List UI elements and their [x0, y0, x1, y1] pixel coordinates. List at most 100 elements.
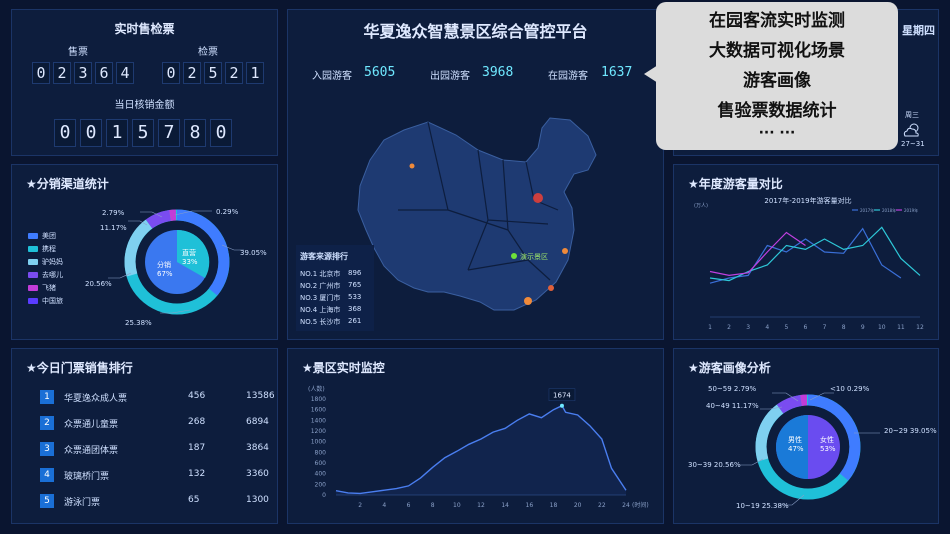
legend-label: 2017年: [860, 207, 874, 213]
x-tick-label: 4: [382, 502, 386, 509]
y-tick-label: 0: [322, 492, 326, 499]
ring-segment[interactable]: [145, 210, 172, 229]
ticket-qty: 187: [188, 443, 206, 453]
source-ranking-title: 游客来源排行: [300, 252, 348, 261]
hotspot-demo-area[interactable]: [511, 253, 517, 259]
inner-b-label: 分销: [157, 261, 171, 269]
callout-line: 游客画像: [743, 71, 811, 91]
x-tick-label: 8: [431, 502, 435, 509]
demo-area-label: 演示景区: [520, 253, 548, 261]
check-digit: 0: [162, 62, 180, 84]
hotspot-xinjiang[interactable]: [409, 163, 415, 169]
ticket-qty: 456: [188, 391, 206, 401]
hotspot-shanghai[interactable]: [562, 248, 568, 254]
ticket-qty: 65: [188, 495, 200, 505]
inner-a-label: 直营: [182, 249, 196, 257]
check-digit: 1: [246, 62, 264, 84]
age-label: 20~29 39.05%: [884, 427, 937, 435]
callout-line: 售验票数据统计: [717, 101, 837, 121]
outer-label: 2.79%: [102, 209, 125, 217]
hotspot-changsha[interactable]: [548, 285, 554, 291]
check-digit: 2: [225, 62, 243, 84]
ticket-panel: 实时售检票 售票 检票 02364 02521 当日核销金额 0015780: [11, 9, 278, 156]
series-line: [709, 226, 921, 282]
ticket-amount: 3360: [246, 469, 269, 479]
portrait-panel: ★游客画像分析 男性 47% 女性 53% 50~59 2.79% <10 0.…: [673, 348, 939, 524]
ticket-name: 众票通团体票: [64, 446, 119, 456]
ranking-row[interactable]: 1 华夏逸众成人票 456 13586: [40, 390, 280, 408]
rank-number: 3: [40, 442, 54, 456]
outer-label: 39.05%: [240, 249, 267, 257]
sale-digit: 6: [95, 62, 113, 84]
female-label: 女性: [820, 436, 834, 444]
callout-more: ··· ···: [758, 125, 796, 141]
ticket-name: 华夏逸众成人票: [64, 394, 128, 404]
check-counter: 02521: [162, 62, 267, 84]
weather-day: 周三: [905, 111, 919, 119]
x-tick-label: 8: [842, 324, 846, 331]
channel-donut-chart: [108, 209, 244, 315]
ticket-panel-title: 实时售检票: [114, 22, 175, 36]
y-tick-label: 400: [315, 471, 327, 478]
x-tick-label: 20: [574, 502, 582, 509]
amount-digit: 0: [80, 119, 102, 147]
callout-pointer: [644, 65, 658, 83]
source-city: NO.3 厦门市: [300, 294, 341, 302]
amount-digit: 0: [210, 119, 232, 147]
x-tick-label: 9: [861, 324, 865, 331]
y-tick-label: 200: [315, 481, 327, 488]
female-pct: 53%: [820, 445, 836, 453]
x-tick-label: 2: [727, 324, 731, 331]
series-line: [709, 231, 806, 277]
x-tick-label: 5: [784, 324, 788, 331]
ranking-row[interactable]: 4 玻璃桥门票 132 3360: [40, 468, 280, 486]
y-tick-label: 600: [315, 460, 327, 467]
male-label: 男性: [788, 436, 802, 444]
sale-label: 售票: [68, 47, 88, 58]
portrait-donut-chart: [740, 392, 880, 506]
source-count: 368: [348, 305, 362, 313]
ticket-amount: 1300: [246, 495, 269, 505]
ticket-name: 玻璃桥门票: [64, 472, 110, 482]
y-axis-label: (万人): [694, 203, 708, 209]
x-tick-label: 6: [407, 502, 411, 509]
x-tick-label: 6: [804, 324, 808, 331]
rank-number: 4: [40, 468, 54, 482]
ring-segment[interactable]: [776, 395, 803, 414]
callout-line: 在园客流实时监测: [709, 11, 845, 31]
source-row: NO.1 北京市 896: [300, 269, 370, 279]
ranking-row[interactable]: 2 众票通儿童票 268 6894: [40, 416, 280, 434]
x-tick-label: 22: [598, 502, 606, 509]
annual-panel: ★年度游客量对比 2017年-2019年游客量对比 (万人) 1 2 3 4 5 6 7 8 9 10…: [673, 164, 939, 340]
y-tick-label: 1400: [311, 417, 326, 424]
source-city: NO.5 长沙市: [300, 318, 341, 326]
ticket-amount: 6894: [246, 417, 269, 427]
y-tick-label: 1800: [311, 396, 326, 403]
sale-digit: 3: [74, 62, 92, 84]
source-city: NO.1 北京市: [300, 270, 341, 278]
ticket-amount: 3864: [246, 443, 269, 453]
x-tick-label: 16: [526, 502, 534, 509]
china-outline: [357, 117, 597, 311]
ranking-row[interactable]: 3 众票通团体票 187 3864: [40, 442, 280, 460]
feature-callout: 在园客流实时监测 大数据可视化场景 游客画像 售验票数据统计 ··· ···: [644, 2, 898, 150]
x-tick-label: 11: [897, 324, 905, 331]
callout-line: 大数据可视化场景: [709, 41, 845, 61]
ranking-row[interactable]: 5 游泳门票 65 1300: [40, 494, 280, 512]
y-tick-label: 1600: [311, 407, 326, 414]
age-label: 10~19 25.38%: [736, 502, 789, 510]
ticket-name: 游泳门票: [64, 498, 101, 508]
channel-outer-ring: [124, 209, 230, 315]
hotspot-guangzhou[interactable]: [524, 297, 532, 305]
x-axis-label: (时间): [632, 501, 649, 509]
x-tick-label: 12: [916, 324, 924, 331]
x-tick-label: 10: [453, 502, 461, 509]
hotspot-beijing[interactable]: [533, 193, 543, 203]
x-tick-label: 2: [358, 502, 362, 509]
amount-counter: 0015780: [54, 119, 236, 147]
ring-segment[interactable]: [800, 394, 808, 406]
amount-digit: 0: [54, 119, 76, 147]
outer-label: 25.38%: [125, 319, 152, 327]
peak-label: 1674: [553, 392, 571, 400]
monitor-panel: ★景区实时监控 (人数) 0 200 400 600 800 1000 1200 1400 160…: [287, 348, 664, 524]
